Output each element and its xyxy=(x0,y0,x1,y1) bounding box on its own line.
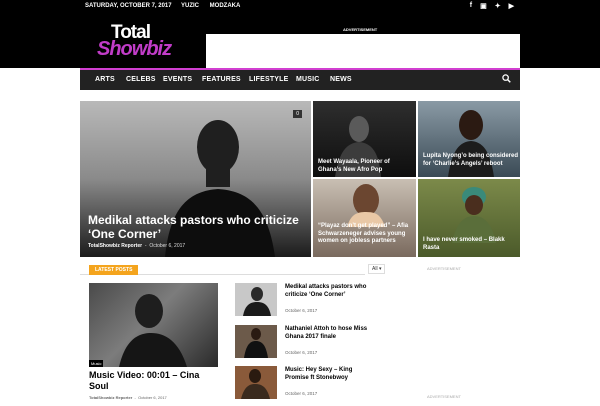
social-icons: f ▣ ✦ ▶ xyxy=(470,2,514,10)
list-item-title[interactable]: Music: Hey Sexy – King Promise ft Stoneb… xyxy=(285,367,370,382)
meta-separator: - xyxy=(133,395,137,400)
comment-count-badge[interactable]: 0 xyxy=(293,110,302,118)
current-date: SATURDAY, OCTOBER 7, 2017 xyxy=(85,3,172,9)
meta-separator: - xyxy=(143,243,148,249)
top-bar: SATURDAY, OCTOBER 7, 2017 YUZIC MODZAKA … xyxy=(0,0,600,13)
list-item-date: October 6, 2017 xyxy=(285,391,318,396)
chevron-down-icon: ▾ xyxy=(378,266,382,272)
ad-label: ADVERTISEMENT xyxy=(343,27,378,32)
tile-photo xyxy=(452,187,496,243)
tile-photo xyxy=(347,184,385,227)
feature-post-image[interactable]: Music xyxy=(89,283,218,367)
feature-post-meta: TotalShowbiz Reporter - October 6, 2017 xyxy=(89,395,167,400)
sidebar-ad-label-lower: ADVERTISEMENT xyxy=(427,394,461,399)
feature-post-title[interactable]: Music Video: 00:01 – Cina Soul xyxy=(89,370,219,392)
tile-article-blakk-rasta[interactable]: I have never smoked – Blakk Rasta xyxy=(418,179,520,257)
feature-author[interactable]: TotalShowbiz Reporter xyxy=(89,395,132,400)
list-item-thumbnail[interactable] xyxy=(235,283,277,316)
hero-title[interactable]: Medikal attacks pastors who criticize ‘O… xyxy=(88,213,308,241)
nav-item-arts[interactable]: ARTS xyxy=(95,76,115,83)
logo-text-showbiz: Showbiz xyxy=(97,38,172,60)
hero-article[interactable]: 0 Medikal attacks pastors who criticize … xyxy=(80,101,311,257)
top-link-modzaka[interactable]: MODZAKA xyxy=(210,3,241,9)
top-links: YUZIC MODZAKA xyxy=(181,3,249,9)
list-item-thumbnail[interactable] xyxy=(235,366,277,399)
tile-caption[interactable]: I have never smoked – Blakk Rasta xyxy=(423,237,515,252)
filter-value: All xyxy=(372,266,378,272)
tile-caption[interactable]: Meet Wayaala, Pioneer of Ghana’s New Afr… xyxy=(318,159,413,174)
nav-item-lifestyle[interactable]: LIFESTYLE xyxy=(249,76,289,83)
list-item[interactable]: Music: Hey Sexy – King Promise ft Stoneb… xyxy=(235,366,370,406)
tile-article-afia[interactable]: “Playaz don’t get played” – Afia Schwarz… xyxy=(313,179,416,257)
list-item-thumbnail[interactable] xyxy=(235,325,277,358)
nav-item-events[interactable]: EVENTS xyxy=(163,76,192,83)
tile-caption[interactable]: Lupita Nyong’o being considered for ‘Cha… xyxy=(423,153,518,168)
list-item-title[interactable]: Nathaniel Attoh to hose Miss Ghana 2017 … xyxy=(285,326,370,341)
nav-item-news[interactable]: NEWS xyxy=(330,76,352,83)
search-icon[interactable] xyxy=(502,74,511,85)
category-filter-dropdown[interactable]: All ▾ xyxy=(368,264,386,274)
nav-item-celebs[interactable]: CELEBS xyxy=(126,76,156,83)
sidebar-ad-label: ADVERTISEMENT xyxy=(427,266,461,271)
list-item[interactable]: Nathaniel Attoh to hose Miss Ghana 2017 … xyxy=(235,325,370,365)
youtube-icon[interactable]: ▶ xyxy=(509,2,514,10)
hero-author[interactable]: TotalShowbiz Reporter xyxy=(88,243,142,249)
tile-article-lupita[interactable]: Lupita Nyong’o being considered for ‘Cha… xyxy=(418,101,520,177)
tile-article-wayaala[interactable]: Meet Wayaala, Pioneer of Ghana’s New Afr… xyxy=(313,101,416,177)
feature-photo xyxy=(119,294,187,367)
list-item[interactable]: Medikal attacks pastors who criticize ‘O… xyxy=(235,283,370,323)
hero-meta: TotalShowbiz Reporter - October 6, 2017 xyxy=(88,243,185,249)
list-item-date: October 6, 2017 xyxy=(285,350,318,355)
nav-item-features[interactable]: FEATURES xyxy=(202,76,241,83)
site-header: Total Showbiz ADVERTISEMENT xyxy=(0,13,600,72)
twitter-icon[interactable]: ✦ xyxy=(495,2,501,10)
list-item-date: October 6, 2017 xyxy=(285,308,318,313)
hero-date: October 6, 2017 xyxy=(149,243,186,249)
facebook-icon[interactable]: f xyxy=(470,2,472,10)
instagram-icon[interactable]: ▣ xyxy=(480,2,487,10)
list-item-title[interactable]: Medikal attacks pastors who criticize ‘O… xyxy=(285,284,370,299)
nav-item-music[interactable]: MUSIC xyxy=(296,76,320,83)
feature-date: October 6, 2017 xyxy=(138,395,167,400)
tile-caption[interactable]: “Playaz don’t get played” – Afia Schwarz… xyxy=(318,223,416,246)
latest-posts-tag: LATEST POSTS xyxy=(89,265,139,275)
site-logo[interactable]: Total Showbiz xyxy=(95,22,185,60)
header-ad-banner[interactable] xyxy=(206,34,520,72)
top-link-yuzic[interactable]: YUZIC xyxy=(181,3,199,9)
feature-category-tag[interactable]: Music xyxy=(89,360,104,367)
main-nav: ARTS CELEBS EVENTS FEATURES LIFESTYLE MU… xyxy=(80,68,520,90)
